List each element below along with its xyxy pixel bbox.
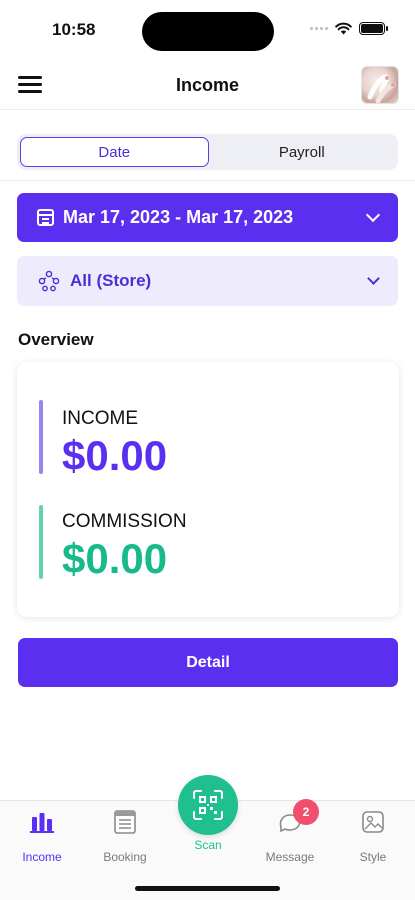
date-range-label: Mar 17, 2023 - Mar 17, 2023 xyxy=(63,207,294,227)
tab-payroll[interactable]: Payroll xyxy=(209,137,396,167)
calendar-icon xyxy=(37,209,54,226)
store-label: All (Store) xyxy=(70,271,152,290)
chevron-down-icon xyxy=(367,272,380,285)
commission-accent-bar xyxy=(39,505,43,579)
tab-booking-label: Booking xyxy=(103,850,147,864)
status-time: 10:58 xyxy=(52,20,96,39)
style-icon xyxy=(362,811,384,833)
commission-value: $0.00 xyxy=(62,535,168,582)
tab-income-label: Income xyxy=(22,850,62,864)
store-dropdown[interactable]: All (Store) xyxy=(17,256,398,306)
bar-chart-icon xyxy=(30,813,54,833)
commission-label: COMMISSION xyxy=(62,511,187,532)
dynamic-island xyxy=(142,12,274,51)
avatar[interactable] xyxy=(361,66,399,104)
tab-income[interactable]: Income xyxy=(7,809,77,864)
page-title: Income xyxy=(175,75,240,95)
date-range-dropdown[interactable]: Mar 17, 2023 - Mar 17, 2023 xyxy=(17,193,398,242)
tab-date[interactable]: Date xyxy=(20,137,209,167)
tab-message-label: Message xyxy=(265,850,315,864)
store-group-icon xyxy=(38,270,60,292)
income-value: $0.00 xyxy=(62,432,168,479)
chevron-down-icon xyxy=(365,207,381,223)
booking-icon xyxy=(114,810,136,834)
status-bar: 10:58 xyxy=(0,0,415,62)
qr-scan-icon xyxy=(193,790,223,820)
income-label: INCOME xyxy=(62,408,138,429)
overview-card: INCOME $0.00 COMMISSION $0.00 xyxy=(17,362,399,617)
scan-button[interactable] xyxy=(178,775,238,835)
tab-style[interactable]: Style xyxy=(338,809,408,864)
overview-heading: Overview xyxy=(18,330,94,349)
income-accent-bar xyxy=(39,400,43,474)
detail-button[interactable]: Detail xyxy=(18,638,398,687)
message-badge: 2 xyxy=(293,799,319,825)
divider xyxy=(0,180,415,181)
scan-label: Scan xyxy=(194,838,222,852)
view-segmented-control: Date Payroll xyxy=(17,134,398,170)
app-header: Income xyxy=(0,62,415,110)
tab-booking[interactable]: Booking xyxy=(90,809,160,864)
tab-style-label: Style xyxy=(359,850,387,864)
home-indicator xyxy=(135,886,280,891)
battery-icon xyxy=(359,22,388,35)
signal-icon xyxy=(310,27,328,30)
status-icons xyxy=(310,22,388,35)
wifi-icon xyxy=(335,22,352,35)
